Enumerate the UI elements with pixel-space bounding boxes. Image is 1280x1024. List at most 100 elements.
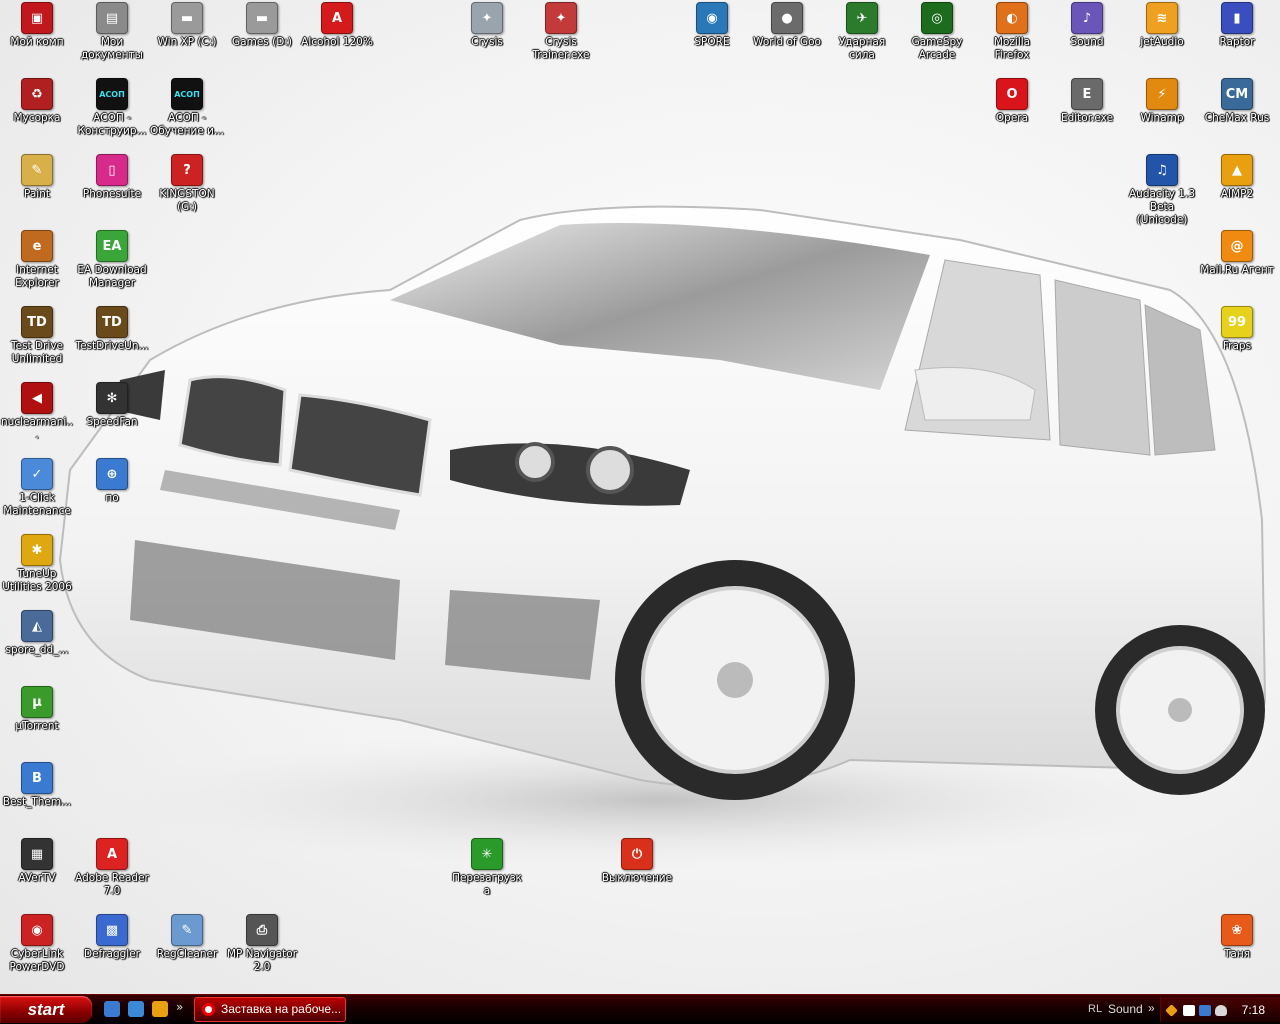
desktop-shortcut-label: Games (D:) bbox=[232, 36, 292, 48]
aimp-icon[interactable] bbox=[152, 1001, 168, 1017]
desktop-shortcut-label: KINGSTON (G:) bbox=[159, 188, 215, 213]
desktop-shortcut[interactable]: ◀ nuclearmani... bbox=[0, 382, 74, 442]
desktop-shortcut-label: nuclearmani... bbox=[1, 416, 73, 441]
desktop-shortcut[interactable]: B Best_Them... bbox=[0, 762, 74, 809]
desktop-shortcut[interactable]: ▣ Мой комп bbox=[0, 2, 74, 49]
tray-chevron-icon[interactable]: » bbox=[1148, 1001, 1155, 1015]
mail-icon[interactable] bbox=[1183, 1005, 1195, 1016]
icon-glyph: B bbox=[32, 770, 42, 786]
security-shield-icon[interactable] bbox=[1215, 1005, 1227, 1016]
desktop-shortcut[interactable]: ◉ SPORE bbox=[675, 2, 749, 49]
icon-glyph: ⏻ bbox=[631, 846, 643, 862]
icon-glyph: TD bbox=[27, 314, 47, 330]
desktop-shortcut[interactable]: ▬ Win XP (C:) bbox=[150, 2, 224, 49]
desktop-shortcut-label: Выключение bbox=[601, 872, 673, 884]
network-status-icon[interactable] bbox=[1199, 1005, 1211, 1016]
desktop-shortcut[interactable]: O Opera bbox=[975, 78, 1049, 125]
speedfan-icon: ✻ bbox=[96, 382, 128, 414]
asop-icon: АСОП bbox=[171, 78, 203, 110]
tuneup-icon: ✱ bbox=[21, 534, 53, 566]
icon-glyph: ▣ bbox=[30, 10, 44, 26]
desktop-shortcut[interactable]: A Alcohol 120% bbox=[300, 2, 374, 49]
icon-glyph: @ bbox=[1230, 238, 1244, 254]
show-desktop-icon[interactable] bbox=[104, 1001, 120, 1017]
desktop-shortcut[interactable]: E Editor.exe bbox=[1050, 78, 1124, 125]
desktop-shortcut[interactable]: TD Test Drive Unlimited bbox=[0, 306, 74, 366]
icon-glyph: EA bbox=[102, 238, 122, 254]
sound-toolbar-label[interactable]: Sound bbox=[1108, 1002, 1143, 1016]
icon-glyph: ? bbox=[183, 162, 191, 178]
desktop-shortcut[interactable]: ▲ AIMP2 bbox=[1200, 154, 1274, 201]
user-butterfly-icon: ❀ bbox=[1221, 914, 1253, 946]
desktop-shortcut[interactable]: ✦ Crysis bbox=[450, 2, 524, 49]
icon-glyph: CM bbox=[1225, 86, 1249, 102]
desktop-shortcut[interactable]: ✻ SpeedFan bbox=[75, 382, 149, 429]
desktop-shortcut[interactable]: A Adobe Reader 7.0 bbox=[75, 838, 149, 898]
desktop-shortcut[interactable]: ▦ AVerTV bbox=[0, 838, 74, 885]
desktop-shortcut[interactable]: ✳ Перезагрузка bbox=[450, 838, 524, 898]
desktop-shortcut[interactable]: АСОП АСОП - Обучение и... bbox=[150, 78, 224, 138]
desktop-shortcut-label: по bbox=[105, 492, 119, 504]
desktop-shortcut[interactable]: ✎ RegCleaner bbox=[150, 914, 224, 961]
tray-diamond-icon[interactable] bbox=[1165, 1004, 1178, 1017]
desktop-shortcut[interactable]: ▯ Phonesuite bbox=[75, 154, 149, 201]
icon-glyph: ✈ bbox=[856, 10, 868, 26]
taskbar-window-button[interactable]: Заставка на рабоче... bbox=[194, 997, 346, 1022]
taskbar-window-label: Заставка на рабоче... bbox=[221, 1002, 342, 1016]
desktop-shortcut[interactable]: ⎙ MP Navigator 2.0 bbox=[225, 914, 299, 974]
avertv-icon: ▦ bbox=[21, 838, 53, 870]
desktop-shortcut[interactable]: ◉ CyberLink PowerDVD bbox=[0, 914, 74, 974]
desktop-shortcut[interactable]: ❀ Таня bbox=[1200, 914, 1274, 961]
desktop-shortcut[interactable]: ▬ Games (D:) bbox=[225, 2, 299, 49]
desktop-shortcut[interactable]: ✈ Ударная сила bbox=[825, 2, 899, 62]
desktop-shortcut[interactable]: ⊕ по bbox=[75, 458, 149, 505]
desktop-shortcut[interactable]: АСОП АСОП - Конструир... bbox=[75, 78, 149, 138]
desktop-shortcut[interactable]: CM CheMax Rus bbox=[1200, 78, 1274, 125]
desktop-shortcut[interactable]: ♫ Audacity 1.3 Beta (Unicode) bbox=[1125, 154, 1199, 227]
network-icon: ⊕ bbox=[96, 458, 128, 490]
quick-launch-chevron-icon[interactable]: » bbox=[176, 1000, 183, 1014]
desktop-shortcut[interactable]: EA EA Download Manager bbox=[75, 230, 149, 290]
desktop-shortcut-label: TestDriveUn... bbox=[75, 340, 149, 352]
desktop-shortcut[interactable]: ✱ TuneUp Utilities 2006 bbox=[0, 534, 74, 594]
desktop-shortcut-label: Mail.Ru Агент bbox=[1200, 264, 1274, 276]
desktop-shortcut[interactable]: ≋ jetAudio bbox=[1125, 2, 1199, 49]
desktop-shortcut[interactable]: ✎ Paint bbox=[0, 154, 74, 201]
desktop-shortcut[interactable]: µ µTorrent bbox=[0, 686, 74, 733]
desktop-shortcut[interactable]: TD TestDriveUn... bbox=[75, 306, 149, 353]
icon-glyph: ◉ bbox=[31, 922, 43, 938]
icon-glyph: O bbox=[1006, 86, 1018, 102]
desktop-shortcut[interactable]: 99 Fraps bbox=[1200, 306, 1274, 353]
desktop-shortcut[interactable]: ♻ Мусорка bbox=[0, 78, 74, 125]
desktop-shortcut[interactable]: ▮ Raptor bbox=[1200, 2, 1274, 49]
network-icon[interactable] bbox=[128, 1001, 144, 1017]
desktop-shortcut-label: Test Drive Unlimited bbox=[10, 340, 63, 365]
desktop-shortcut[interactable]: ◎ GameSpy Arcade bbox=[900, 2, 974, 62]
desktop-shortcut-label: Internet Explorer bbox=[15, 264, 59, 289]
desktop-shortcut-label: Мой комп bbox=[10, 36, 64, 48]
desktop-shortcut[interactable]: ◐ Mozilla Firefox bbox=[975, 2, 1049, 62]
desktop-shortcut[interactable]: ? KINGSTON (G:) bbox=[150, 154, 224, 214]
desktop-shortcut[interactable]: ● World of Goo bbox=[750, 2, 824, 49]
desktop-shortcut[interactable]: ⚡ Winamp bbox=[1125, 78, 1199, 125]
desktop-shortcut[interactable]: @ Mail.Ru Агент bbox=[1200, 230, 1274, 277]
icon-glyph: ✎ bbox=[31, 162, 43, 178]
icon-glyph: ▦ bbox=[30, 846, 44, 862]
desktop-shortcut[interactable]: ◭ spore_dd_... bbox=[0, 610, 74, 657]
desktop-shortcut[interactable]: e Internet Explorer bbox=[0, 230, 74, 290]
opera-icon: O bbox=[996, 78, 1028, 110]
clock[interactable]: 7:18 bbox=[1242, 1003, 1265, 1017]
desktop-shortcut[interactable]: ✓ 1-Click Maintenance bbox=[0, 458, 74, 518]
icon-glyph: ▯ bbox=[108, 162, 116, 178]
desktop-shortcut[interactable]: ♪ Sound bbox=[1050, 2, 1124, 49]
desktop-shortcut-label: Fraps bbox=[1222, 340, 1252, 352]
desktop-shortcut[interactable]: ▩ Defraggler bbox=[75, 914, 149, 961]
language-indicator[interactable]: RL bbox=[1088, 1003, 1102, 1015]
desktop-shortcut-label: 1-Click Maintenance bbox=[3, 492, 71, 517]
desktop-shortcut-label: spore_dd_... bbox=[5, 644, 69, 656]
start-button[interactable]: start bbox=[0, 996, 92, 1023]
desktop-shortcut[interactable]: ⏻ Выключение bbox=[600, 838, 674, 885]
icon-glyph: ✦ bbox=[555, 10, 567, 26]
desktop-shortcut[interactable]: ✦ Crysis Trainer.exe bbox=[524, 2, 598, 62]
desktop-shortcut[interactable]: ▤ Мои документы bbox=[75, 2, 149, 62]
